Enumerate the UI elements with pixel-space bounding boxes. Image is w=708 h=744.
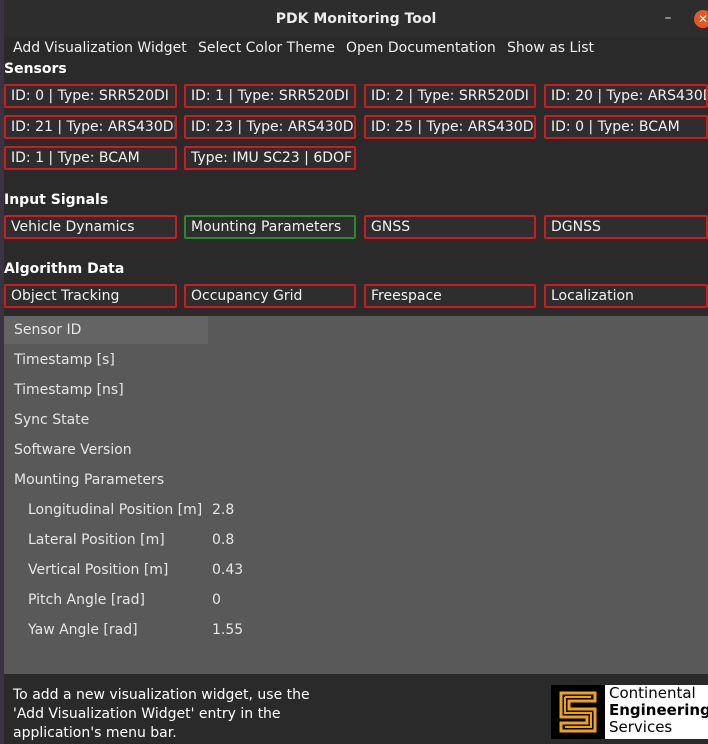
minimize-icon[interactable]: – [661,11,675,25]
input-signal-chip[interactable]: Mounting Parameters [184,215,356,239]
detail-label: Mounting Parameters [14,472,165,488]
detail-value: 0.8 [212,532,235,548]
detail-row-timestamp-ns[interactable]: Timestamp [ns] [4,376,708,404]
algorithm-chip[interactable]: Occupancy Grid [184,284,356,308]
detail-row-software-version[interactable]: Software Version [4,436,708,464]
sensor-chip[interactable]: ID: 0 | Type: BCAM [544,115,708,139]
menu-show-as-list[interactable]: Show as List [507,40,594,56]
detail-row-sync-state[interactable]: Sync State [4,406,708,434]
detail-value: 0 [212,592,221,608]
input-signal-chip[interactable]: DGNSS [544,215,708,239]
detail-row-longitudinal-position[interactable]: Longitudinal Position [m] 2.8 [4,496,708,524]
detail-row-vertical-position[interactable]: Vertical Position [m] 0.43 [4,556,708,584]
detail-value: 2.8 [212,502,235,518]
detail-label: Software Version [14,442,132,458]
input-signal-chip[interactable]: GNSS [364,215,536,239]
company-logo: Continental Engineering Services [551,685,708,739]
footer: To add a new visualization widget, use t… [4,674,708,744]
detail-label: Longitudinal Position [m] [28,502,203,518]
menu-bar: Add Visualization Widget Select Color Th… [4,37,708,61]
window-title: PDK Monitoring Tool [275,11,437,27]
detail-label: Vertical Position [m] [28,562,169,578]
sensor-chip[interactable]: Type: IMU SC23 | 6DOF [184,146,356,170]
details-panel: Sensor ID Timestamp [s] Timestamp [ns] S… [4,316,708,674]
sensor-chip[interactable]: ID: 2 | Type: SRR520DI [364,84,536,108]
detail-row-yaw-angle[interactable]: Yaw Angle [rad] 1.55 [4,616,708,644]
detail-label: Timestamp [s] [14,352,115,368]
logo-wordmark: Continental Engineering Services [609,685,708,736]
sensor-chip[interactable]: ID: 21 | Type: ARS430DI [4,115,177,139]
close-icon[interactable]: ✕ [694,10,708,28]
sensor-chip[interactable]: ID: 0 | Type: SRR520DI [4,84,177,108]
title-bar: PDK Monitoring Tool – ✕ [4,0,708,37]
detail-row-timestamp-s[interactable]: Timestamp [s] [4,346,708,374]
section-input-signals-label: Input Signals [4,192,109,208]
detail-label: Sensor ID [14,322,82,338]
logo-line: Engineering [609,701,708,719]
logo-line: Continental [609,684,696,702]
detail-label: Yaw Angle [rad] [28,622,138,638]
detail-label: Pitch Angle [rad] [28,592,145,608]
footer-hint-text: To add a new visualization widget, use t… [13,687,310,741]
detail-row-mounting-parameters[interactable]: Mounting Parameters [4,466,708,494]
detail-label: Timestamp [ns] [14,382,124,398]
sensor-chip[interactable]: ID: 1 | Type: BCAM [4,146,177,170]
detail-row-sensor-id[interactable]: Sensor ID [4,316,208,344]
sensor-chip[interactable]: ID: 1 | Type: SRR520DI [184,84,356,108]
algorithm-chip[interactable]: Freespace [364,284,536,308]
algorithm-chip[interactable]: Object Tracking [4,284,177,308]
detail-row-pitch-angle[interactable]: Pitch Angle [rad] 0 [4,586,708,614]
sensor-chip[interactable]: ID: 23 | Type: ARS430DI [184,115,356,139]
menu-select-color-theme[interactable]: Select Color Theme [198,40,335,56]
detail-value: 1.55 [212,622,244,638]
algorithm-chip[interactable]: Localization [544,284,708,308]
detail-value: 0.43 [212,562,244,578]
menu-open-documentation[interactable]: Open Documentation [346,40,496,56]
sensor-chip[interactable]: ID: 20 | Type: ARS430DI [544,84,708,108]
sensor-chip[interactable]: ID: 25 | Type: ARS430DI [364,115,536,139]
detail-label: Lateral Position [m] [28,532,165,548]
section-sensors-label: Sensors [4,61,67,77]
section-algorithm-data-label: Algorithm Data [4,261,125,277]
logo-mark-icon [551,685,605,739]
menu-add-visualization-widget[interactable]: Add Visualization Widget [13,40,187,56]
input-signal-chip[interactable]: Vehicle Dynamics [4,215,177,239]
detail-label: Sync State [14,412,90,428]
detail-row-lateral-position[interactable]: Lateral Position [m] 0.8 [4,526,708,554]
logo-line: Services [609,718,673,736]
